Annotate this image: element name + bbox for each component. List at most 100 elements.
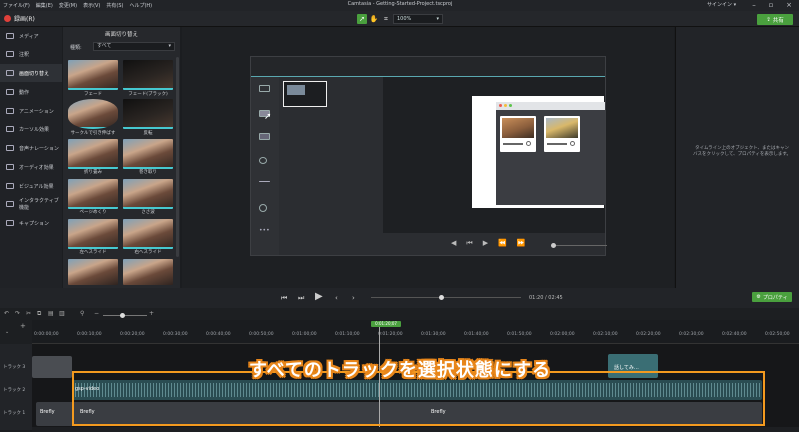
minimize-icon[interactable]: – [746,0,762,11]
transition-thumb[interactable] [68,139,118,169]
zoom-icon[interactable]: ⚲ [80,310,84,317]
share-label: 共有 [772,17,784,24]
nav-interactivity[interactable]: インタラクティブ機能 [0,195,62,213]
nav-behaviors[interactable]: 動作 [0,83,62,101]
collapse-icon[interactable]: ⌄ [5,329,9,335]
transition-thumb[interactable] [123,259,173,285]
transition-thumb[interactable] [123,99,173,129]
menu-help[interactable]: ヘルプ(H) [126,2,155,9]
seek-knob[interactable] [439,295,444,300]
crop-tool-icon[interactable]: ⌗ [381,14,391,24]
menu-share[interactable]: 共有(S) [103,2,126,9]
transition-label: 巻き取り [139,170,157,175]
nav-cursor-effects[interactable]: カーソル効果 [0,120,62,138]
transition-icon [6,70,14,76]
play-icon[interactable]: ▶ [315,291,323,302]
interactive-icon [6,201,14,207]
nav-animations[interactable]: アニメーション [0,102,62,120]
ruler-tick: 0:01:10;00 [335,332,360,337]
paste-icon[interactable]: ▤ [48,310,54,317]
zoom-out-icon[interactable]: − [94,310,99,317]
browser-card [500,116,536,152]
ruler-tick: 0:01:20;00 [378,332,403,337]
preview-thumbnail [283,81,327,107]
menu-file[interactable]: ファイル(F) [0,2,33,9]
menu-modify[interactable]: 変更(M) [56,2,80,9]
zoom-select[interactable]: 100% ▾ [393,14,443,24]
preview-browser [496,102,605,205]
clip-label: Brefly [40,409,55,415]
cut-icon[interactable]: ✂ [26,310,31,317]
maximize-icon[interactable]: ▫ [763,0,779,11]
track-3-label: トラック 3 [3,365,26,370]
pan-tool-icon[interactable]: ✋ [369,14,379,24]
menu-edit[interactable]: 編集(E) [33,2,56,9]
timeline-zoom-slider[interactable] [103,315,147,316]
sign-in-link[interactable]: サインイン ▾ [707,1,736,8]
prev-marker-icon[interactable]: ‹ [335,294,338,302]
time-display: 01:20 / 02:45 [529,295,563,301]
track-2-label: トラック 2 [3,388,26,393]
nav-voice-narration[interactable]: 音声ナレーション [0,139,62,157]
transition-thumb[interactable] [68,259,118,285]
zoom-in-icon[interactable]: + [149,310,154,317]
add-track-icon[interactable]: + [20,322,26,330]
transition-label: ささ波 [141,210,155,215]
ruler-tick: 0:00:50;00 [249,332,274,337]
transition-thumb[interactable] [123,139,173,169]
nav-label: 注釈 [19,51,30,58]
menu-view[interactable]: 表示(V) [80,2,103,9]
record-label: 録画(R) [14,16,35,23]
ruler-tick: 0:01:00;00 [292,332,317,337]
nav-label: ビジュアル効果 [19,183,54,190]
record-button[interactable]: 録画(R) [4,14,35,23]
transition-thumb[interactable] [68,219,118,249]
seek-bar[interactable] [371,297,521,298]
image-icon [259,133,270,140]
timeline-scrollbar[interactable] [32,427,799,432]
playhead-time[interactable]: 0:01:20;07 [371,321,401,327]
transition-thumb[interactable] [68,99,118,129]
split-icon[interactable]: ▥ [59,310,65,317]
step-forward-icon[interactable]: ⏭ [298,294,304,303]
track-3-clip[interactable] [32,356,72,378]
next-marker-icon[interactable]: › [352,294,355,302]
ruler-tick: 0:02:10;00 [593,332,618,337]
ruler-tick: 0:02:20;00 [636,332,661,337]
browser-close-icon [499,104,502,107]
chevron-down-icon: ▾ [436,16,439,22]
properties-button[interactable]: ⚙ プロパティ [752,292,792,302]
nav-captions[interactable]: キャプション [0,214,62,232]
rewind-icon: ◀ [451,239,457,247]
transition-thumb[interactable] [123,219,173,249]
transition-thumb[interactable] [68,60,118,90]
select-tool-icon[interactable]: ➚ [357,14,367,24]
step-back-icon[interactable]: ⏮ [281,294,287,303]
timeline-ruler[interactable]: 0:00:00;00 0:00:10;00 0:00:20;00 0:00:30;00… [32,320,799,344]
nav-transitions[interactable]: 画面切り替え [0,64,62,82]
nav-annotations[interactable]: 注釈 [0,45,62,63]
timeline-zoom-knob[interactable] [120,313,125,318]
copy-icon[interactable]: ⧉ [37,310,41,318]
nav-media[interactable]: メディア [0,27,62,45]
left-nav: メディア 注釈 画面切り替え 動作 アニメーション カーソル効果 音声ナレーショ… [0,27,62,307]
share-button[interactable]: ⇪ 共有 [757,14,793,25]
nav-audio-effects[interactable]: オーディオ効果 [0,158,62,176]
tutorial-caption: すべてのトラックを選択状態にする [248,360,552,381]
animation-icon [6,108,14,114]
nav-visual-effects[interactable]: ビジュアル効果 [0,177,62,195]
preview-topbar [251,57,605,77]
panel-scrollbar[interactable] [176,57,179,257]
type-select[interactable]: すべて ▾ [93,42,175,51]
ruler-tick: 0:00:10;00 [77,332,102,337]
undo-icon[interactable]: ↶ [4,310,9,317]
transition-thumb[interactable] [68,179,118,209]
caption-icon [6,220,14,226]
microphone-icon [6,145,14,151]
skip-back-icon: ⏪ [498,239,507,247]
close-icon[interactable]: × [781,0,797,11]
toolbar: 録画(R) ➚ ✋ ⌗ 100% ▾ ⇪ 共有 [0,11,799,27]
redo-icon[interactable]: ↷ [15,310,20,317]
transition-thumb[interactable] [123,60,173,90]
transition-thumb[interactable] [123,179,173,209]
